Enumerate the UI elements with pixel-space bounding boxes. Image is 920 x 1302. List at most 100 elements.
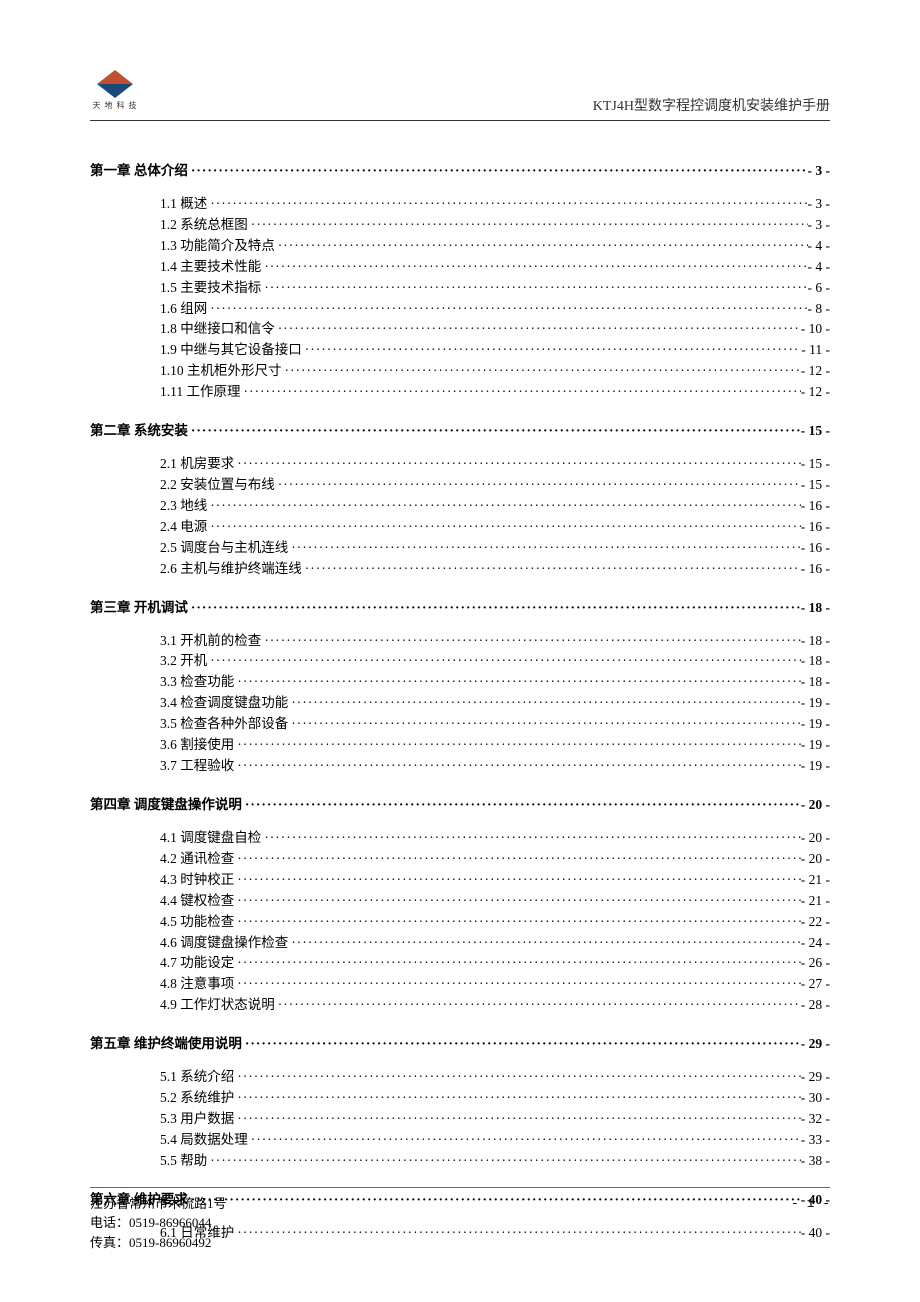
document-title: KTJ4H型数字程控调度机安装维护手册 [593,95,830,115]
page-number: - 1 - [791,1194,830,1253]
toc-entry-label: 4.2 通讯检查 [160,849,234,870]
toc-leader-dots: ········································… [248,1130,801,1151]
toc-leader-dots: ········································… [302,340,802,361]
toc-entry-page: - 18 - [801,598,830,619]
toc-section: 1.2 系统总框图·······························… [160,215,830,236]
toc-leader-dots: ········································… [248,215,808,236]
toc-entry-label: 5.1 系统介绍 [160,1067,234,1088]
toc-leader-dots: ········································… [288,693,801,714]
toc-entry-page: - 21 - [801,891,830,912]
toc-leader-dots: ········································… [234,912,801,933]
toc-entry-label: 1.2 系统总框图 [160,215,248,236]
toc-section: 4.5 功能检查································… [160,912,830,933]
footer-address: 江苏省常州市木梳路1号 [90,1194,227,1214]
toc-chapter: 第一章 总体介绍································… [90,161,830,182]
page-footer: 江苏省常州市木梳路1号 电话：0519-86966044 传真：0519-869… [90,1187,830,1253]
toc-leader-dots: ········································… [275,995,801,1016]
toc-entry-page: - 12 - [801,361,830,382]
toc-leader-dots: ········································… [234,454,801,475]
toc-entry-page: - 20 - [801,849,830,870]
toc-entry-page: - 12 - [801,382,830,403]
toc-section: 2.2 安装位置与布线·····························… [160,475,830,496]
toc-leader-dots: ········································… [234,1088,801,1109]
toc-entry-page: - 18 - [801,651,830,672]
toc-leader-dots: ········································… [275,319,801,340]
toc-entry-label: 1.11 工作原理 [160,382,241,403]
toc-entry-label: 5.2 系统维护 [160,1088,234,1109]
toc-section: 3.2 开机··································… [160,651,830,672]
toc-section: 3.1 开机前的检查······························… [160,631,830,652]
toc-leader-dots: ········································… [188,598,801,619]
toc-entry-label: 1.1 概述 [160,194,207,215]
page-header: 天 地 科 技 KTJ4H型数字程控调度机安装维护手册 [90,80,830,121]
toc-section: 4.1 调度键盘自检······························… [160,828,830,849]
toc-entry-label: 4.3 时钟校正 [160,870,234,891]
toc-entry-label: 3.3 检查功能 [160,672,234,693]
toc-section: 4.9 工作灯状态说明·····························… [160,995,830,1016]
toc-leader-dots: ········································… [207,194,807,215]
toc-entry-label: 3.4 检查调度键盘功能 [160,693,288,714]
toc-leader-dots: ········································… [234,1067,801,1088]
toc-entry-page: - 3 - [808,215,831,236]
toc-leader-dots: ········································… [207,299,807,320]
toc-entry-page: - 11 - [801,340,830,361]
toc-entry-page: - 29 - [801,1034,830,1055]
footer-info: 江苏省常州市木梳路1号 电话：0519-86966044 传真：0519-869… [90,1194,227,1253]
toc-leader-dots: ········································… [234,849,801,870]
toc-entry-label: 4.9 工作灯状态说明 [160,995,275,1016]
toc-leader-dots: ········································… [242,1034,801,1055]
footer-divider [90,1187,830,1188]
toc-entry-label: 4.6 调度键盘操作检查 [160,933,288,954]
toc-leader-dots: ········································… [282,361,801,382]
toc-entry-label: 4.7 功能设定 [160,953,234,974]
footer-phone: 电话：0519-86966044 [90,1213,227,1233]
toc-section: 1.8 中继接口和信令·····························… [160,319,830,340]
toc-entry-label: 4.1 调度键盘自检 [160,828,261,849]
toc-entry-label: 4.5 功能检查 [160,912,234,933]
toc-section: 1.11 工作原理·······························… [160,382,830,403]
toc-section: 4.8 注意事项································… [160,974,830,995]
toc-entry-label: 第三章 开机调试 [90,598,188,619]
toc-section: 3.7 工程验收································… [160,756,830,777]
toc-entry-page: - 29 - [801,1067,830,1088]
toc-chapter: 第四章 调度键盘操作说明····························… [90,795,830,816]
toc-entry-label: 1.5 主要技术指标 [160,278,261,299]
toc-section: 3.3 检查功能································… [160,672,830,693]
footer-row: 江苏省常州市木梳路1号 电话：0519-86966044 传真：0519-869… [90,1194,830,1253]
toc-entry-label: 4.4 键权检查 [160,891,234,912]
toc-entry-label: 5.3 用户数据 [160,1109,234,1130]
toc-entry-page: - 33 - [801,1130,830,1151]
toc-entry-label: 3.5 检查各种外部设备 [160,714,288,735]
toc-entry-page: - 18 - [801,631,830,652]
toc-entry-page: - 24 - [801,933,830,954]
toc-entry-page: - 16 - [801,496,830,517]
toc-entry-label: 3.2 开机 [160,651,207,672]
footer-fax: 传真：0519-86960492 [90,1233,227,1253]
toc-section: 4.4 键权检查································… [160,891,830,912]
toc-entry-page: - 15 - [801,454,830,475]
toc-entry-page: - 4 - [808,257,831,278]
toc-section: 3.6 割接使用································… [160,735,830,756]
toc-section: 2.6 主机与维护终端连线···························… [160,559,830,580]
toc-leader-dots: ········································… [234,974,801,995]
toc-section: 2.5 调度台与主机连线····························… [160,538,830,559]
toc-section: 5.5 帮助··································… [160,1151,830,1172]
toc-leader-dots: ········································… [234,735,801,756]
toc-section: 1.9 中继与其它设备接口···························… [160,340,830,361]
toc-leader-dots: ········································… [207,496,801,517]
toc-chapter: 第二章 系统安装································… [90,421,830,442]
toc-chapter: 第三章 开机调试································… [90,598,830,619]
toc-leader-dots: ········································… [288,933,801,954]
toc-entry-page: - 22 - [801,912,830,933]
toc-entry-page: - 16 - [801,538,830,559]
toc-leader-dots: ········································… [234,756,801,777]
toc-entry-page: - 20 - [801,795,830,816]
toc-entry-label: 1.3 功能简介及特点 [160,236,275,257]
toc-entry-label: 1.4 主要技术性能 [160,257,261,278]
toc-leader-dots: ········································… [234,891,801,912]
toc-entry-label: 4.8 注意事项 [160,974,234,995]
toc-leader-dots: ········································… [288,714,801,735]
toc-entry-page: - 18 - [801,672,830,693]
toc-entry-page: - 27 - [801,974,830,995]
toc-leader-dots: ········································… [261,257,807,278]
